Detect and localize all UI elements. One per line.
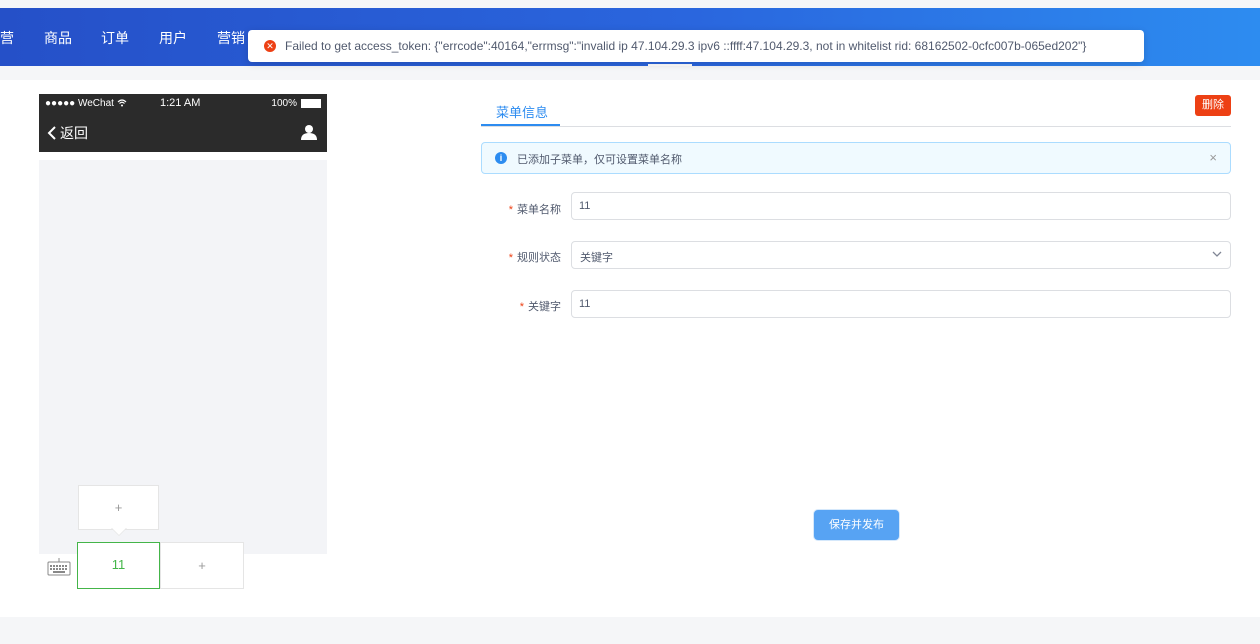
info-icon: i [495,152,507,164]
tab-bar-divider [481,126,1231,127]
toast-message: Failed to get access_token: {"errcode":4… [285,39,1087,53]
main-menu-button-1[interactable]: 11 [77,542,160,589]
keyword-label: * 关键字 [519,301,561,313]
status-carrier: ●●●●● WeChat [45,98,127,109]
status-battery: 100% [271,98,321,109]
rule-status-label: * 规则状态 [508,252,561,264]
rule-status-select[interactable]: 关键字 [571,241,1231,269]
back-button[interactable]: 返回 [47,123,88,143]
menu-name-input[interactable] [571,192,1231,220]
main-content: ●●●●● WeChat 1:21 AM 100% 返回 + 11 + 菜单信息… [0,80,1260,617]
phone-header: ●●●●● WeChat 1:21 AM 100% 返回 [39,94,327,152]
back-label: 返回 [60,125,88,141]
add-sub-menu-button[interactable]: + [78,485,159,530]
nav-item-users[interactable]: 用户 [159,28,187,48]
alert-text: 已添加子菜单，仅可设置菜单名称 [517,154,682,166]
keyboard-icon[interactable] [47,558,71,576]
save-publish-button[interactable]: 保存并发布 [814,510,899,540]
add-main-menu-button[interactable]: + [160,542,244,589]
status-time: 1:21 AM [160,97,201,109]
nav-item-products[interactable]: 商品 [44,28,72,48]
delete-button[interactable]: 删除 [1195,95,1231,116]
battery-icon [301,99,321,108]
error-toast: ✕ Failed to get access_token: {"errcode"… [248,30,1144,62]
info-alert: i 已添加子菜单，仅可设置菜单名称 × [481,142,1231,174]
nav-item-operation[interactable]: 营 [0,28,14,48]
wifi-icon [117,99,127,107]
tab-active-indicator [481,124,560,126]
menu-name-label: * 菜单名称 [508,204,561,216]
sub-menu-arrow-inner [112,528,126,535]
nav-item-marketing[interactable]: 营销 [217,28,245,48]
close-icon[interactable]: × [1209,150,1217,165]
nav-item-orders[interactable]: 订单 [101,28,129,48]
error-icon: ✕ [264,40,276,52]
top-strip [0,0,1260,8]
rule-status-value: 关键字 [580,252,613,264]
nav-active-indicator [648,64,692,66]
phone-status-bar: ●●●●● WeChat 1:21 AM 100% [39,94,327,114]
user-icon[interactable] [301,124,317,140]
tab-menu-info[interactable]: 菜单信息 [496,102,548,121]
chevron-left-icon [47,126,56,140]
chevron-down-icon [1212,251,1222,257]
keyword-input[interactable] [571,290,1231,318]
